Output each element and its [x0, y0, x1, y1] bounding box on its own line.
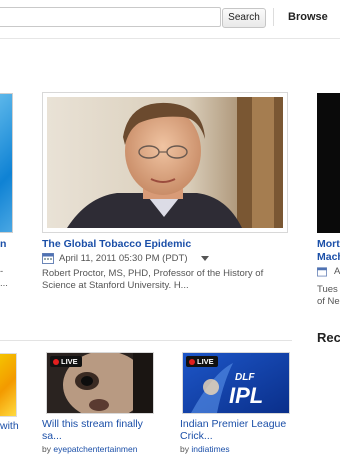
- browse-link[interactable]: Browse: [288, 11, 328, 23]
- live-label: LIVE: [61, 357, 78, 366]
- featured-date-right: A: [334, 266, 340, 277]
- video-title-2-line2: sa...: [42, 430, 62, 442]
- live-dot-icon: [189, 359, 195, 365]
- featured-title-right-1: Mort: [317, 238, 340, 250]
- video-title-2-line1: Will this stream finally: [42, 418, 143, 430]
- featured-title-left[interactable]: n: [0, 238, 6, 250]
- video-title-3-line2: Crick...: [180, 430, 213, 442]
- video-title-3[interactable]: Indian Premier League Crick...: [180, 418, 300, 442]
- video-title-3-line1: Indian Premier League: [180, 418, 287, 430]
- featured-thumbnail-left[interactable]: [0, 93, 13, 233]
- search-button[interactable]: Search: [222, 8, 266, 28]
- featured-desc-right: Tues of Ne: [317, 284, 340, 308]
- featured-desc-left-2: ...: [0, 278, 8, 289]
- channel-link[interactable]: eyepatchentertainmen: [53, 444, 137, 454]
- video-channel-3: by indiatimes: [180, 444, 230, 454]
- calendar-icon: [42, 253, 54, 264]
- featured-desc-main: Robert Proctor, MS, PHD, Professor of th…: [42, 268, 264, 291]
- featured-title-right[interactable]: Mort Mach: [317, 238, 340, 264]
- video-channel-2: by eyepatchentertainmen: [42, 444, 137, 454]
- channel-link[interactable]: indiatimes: [191, 444, 229, 454]
- video-thumbnail-2[interactable]: LIVE: [46, 352, 154, 414]
- video-thumbnail-3[interactable]: DLF IPL LIVE: [182, 352, 290, 414]
- by-label: by: [180, 444, 189, 454]
- live-dot-icon: [53, 359, 59, 365]
- video-title-2[interactable]: Will this stream finally sa...: [42, 418, 157, 442]
- live-label: LIVE: [197, 357, 214, 366]
- search-input[interactable]: [0, 7, 221, 27]
- featured-thumbnail-right[interactable]: [317, 93, 340, 233]
- live-badge: LIVE: [186, 356, 218, 367]
- ipl-logo-main: IPL: [229, 383, 263, 408]
- featured-title-right-2: Mach: [317, 251, 340, 263]
- video-title-1[interactable]: with: [0, 420, 19, 432]
- header-rule: [0, 38, 340, 39]
- live-badge: LIVE: [50, 356, 82, 367]
- calendar-icon: [317, 267, 327, 277]
- speaker-photo: [47, 97, 283, 228]
- featured-desc-left-1: -: [0, 266, 4, 277]
- featured-thumbnail-main[interactable]: [42, 92, 288, 233]
- ipl-logo-top: DLF: [235, 372, 255, 383]
- featured-desc-right-2: of Ne: [317, 296, 340, 307]
- recent-heading: Rec: [317, 330, 340, 345]
- header-divider: [273, 8, 274, 26]
- by-label: by: [42, 444, 51, 454]
- featured-title-main[interactable]: The Global Tobacco Epidemic: [42, 238, 191, 250]
- section-divider: [0, 340, 292, 341]
- featured-desc-right-1: Tues: [317, 284, 338, 295]
- video-thumbnail-1[interactable]: [0, 353, 17, 417]
- featured-date-main: April 11, 2011 05:30 PM (PDT): [59, 253, 188, 264]
- dropdown-caret-icon[interactable]: [201, 256, 209, 262]
